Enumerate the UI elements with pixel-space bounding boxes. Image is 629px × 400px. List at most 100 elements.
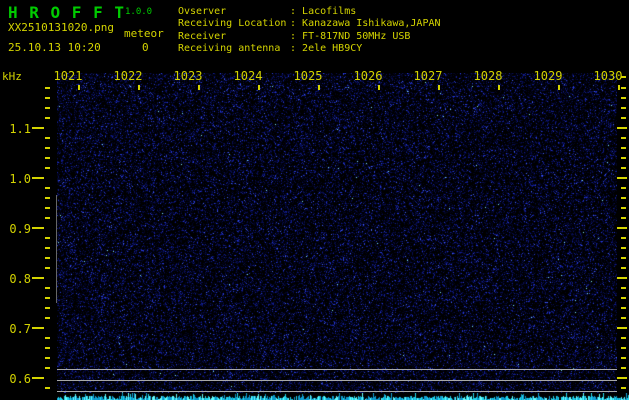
freq-major-tick-left [32, 327, 44, 329]
freq-tick-label: 0.7 [7, 322, 31, 336]
freq-minor-tick-left [45, 147, 50, 149]
freq-minor-tick-right [621, 237, 626, 239]
app-title: H R O F F T [8, 3, 125, 22]
freq-minor-tick-left [45, 167, 50, 169]
freq-minor-tick-right [621, 317, 626, 319]
freq-minor-tick-right [621, 147, 626, 149]
freq-minor-tick-left [45, 337, 50, 339]
info-label: Receiving Location [178, 18, 290, 30]
freq-minor-tick-right [621, 157, 626, 159]
freq-minor-tick-right [621, 357, 626, 359]
time-tick-label: 1021 [54, 69, 83, 83]
freq-major-tick-left [32, 277, 44, 279]
freq-minor-tick-left [45, 107, 50, 109]
time-axis-end-tick [621, 76, 626, 78]
freq-minor-tick-right [621, 257, 626, 259]
freq-major-tick-right [617, 327, 627, 329]
time-tick-label: 1026 [354, 69, 383, 83]
freq-minor-tick-right [621, 137, 626, 139]
freq-tick-label: 0.9 [7, 222, 31, 236]
info-colon: : [290, 6, 302, 17]
freq-minor-tick-left [45, 267, 50, 269]
freq-minor-tick-right [621, 167, 626, 169]
app-version: 1.0.0 [125, 7, 152, 17]
freq-minor-tick-left [45, 187, 50, 189]
time-tick-mark [78, 85, 80, 90]
meteor-count: 0 [142, 41, 149, 54]
freq-major-tick-left [32, 377, 44, 379]
freq-major-tick-right [617, 227, 627, 229]
time-tick-mark [618, 85, 620, 90]
time-tick-label: 1024 [234, 69, 263, 83]
freq-minor-tick-left [45, 87, 50, 89]
time-tick-label: 1023 [174, 69, 203, 83]
time-tick-mark [438, 85, 440, 90]
freq-minor-tick-left [45, 197, 50, 199]
info-row: Receiving Location: Kanazawa Ishikawa,JA… [178, 18, 441, 30]
freq-minor-tick-right [621, 267, 626, 269]
echo-band-marker-line-upper [57, 369, 617, 370]
freq-tick-label: 1.0 [7, 172, 31, 186]
freq-minor-tick-right [621, 87, 626, 89]
freq-minor-tick-right [621, 287, 626, 289]
freq-minor-tick-left [45, 237, 50, 239]
time-tick-mark [558, 85, 560, 90]
info-value: FT-817ND 50MHz USB [302, 31, 410, 42]
freq-minor-tick-right [621, 97, 626, 99]
time-tick-label: 1028 [474, 69, 503, 83]
plot-left-border-segment [56, 195, 57, 303]
freq-minor-tick-right [621, 247, 626, 249]
hrofft-screen: H R O F F T 1.0.0 XX2510131020.png meteo… [0, 0, 629, 400]
freq-minor-tick-left [45, 207, 50, 209]
freq-minor-tick-left [45, 357, 50, 359]
freq-minor-tick-left [45, 387, 50, 389]
freq-tick-label: 1.1 [7, 122, 31, 136]
freq-minor-tick-left [45, 117, 50, 119]
freq-major-tick-left [32, 127, 44, 129]
observer-info-table: Ovserver: LacofilmsReceiving Location: K… [178, 6, 441, 56]
freq-major-tick-right [617, 377, 627, 379]
freq-major-tick-right [617, 177, 627, 179]
time-tick-mark [138, 85, 140, 90]
freq-minor-tick-right [621, 307, 626, 309]
freq-minor-tick-left [45, 217, 50, 219]
info-value: Lacofilms [302, 6, 356, 17]
freq-major-tick-left [32, 227, 44, 229]
info-colon: : [290, 31, 302, 42]
freq-minor-tick-right [621, 187, 626, 189]
echo-band-marker-line-middle [57, 380, 617, 381]
level-trace-canvas [57, 393, 629, 400]
freq-minor-tick-right [621, 297, 626, 299]
time-tick-label: 1027 [414, 69, 443, 83]
info-row: Receiving antenna: 2ele HB9CY [178, 43, 441, 55]
freq-minor-tick-left [45, 307, 50, 309]
echo-band-marker-line-lower [57, 391, 617, 392]
time-tick-mark [378, 85, 380, 90]
freq-minor-tick-right [621, 207, 626, 209]
time-tick-mark [498, 85, 500, 90]
freq-major-tick-right [617, 277, 627, 279]
freq-minor-tick-right [621, 347, 626, 349]
freq-major-tick-left [32, 177, 44, 179]
freq-minor-tick-right [621, 107, 626, 109]
info-label: Receiver [178, 31, 290, 43]
info-row: Ovserver: Lacofilms [178, 6, 441, 18]
freq-minor-tick-right [621, 337, 626, 339]
freq-major-tick-right [617, 127, 627, 129]
freq-tick-label: 0.8 [7, 272, 31, 286]
freq-minor-tick-left [45, 247, 50, 249]
freq-tick-label: 0.6 [7, 372, 31, 386]
freq-minor-tick-right [621, 117, 626, 119]
freq-minor-tick-left [45, 157, 50, 159]
freq-minor-tick-right [621, 367, 626, 369]
output-filename: XX2510131020.png [8, 21, 114, 34]
freq-minor-tick-left [45, 137, 50, 139]
freq-minor-tick-left [45, 257, 50, 259]
time-tick-mark [198, 85, 200, 90]
freq-minor-tick-left [45, 347, 50, 349]
info-label: Ovserver [178, 6, 290, 18]
time-tick-mark [318, 85, 320, 90]
freq-unit-label: kHz [2, 70, 22, 83]
info-row: Receiver: FT-817ND 50MHz USB [178, 31, 441, 43]
time-tick-label: 1025 [294, 69, 323, 83]
